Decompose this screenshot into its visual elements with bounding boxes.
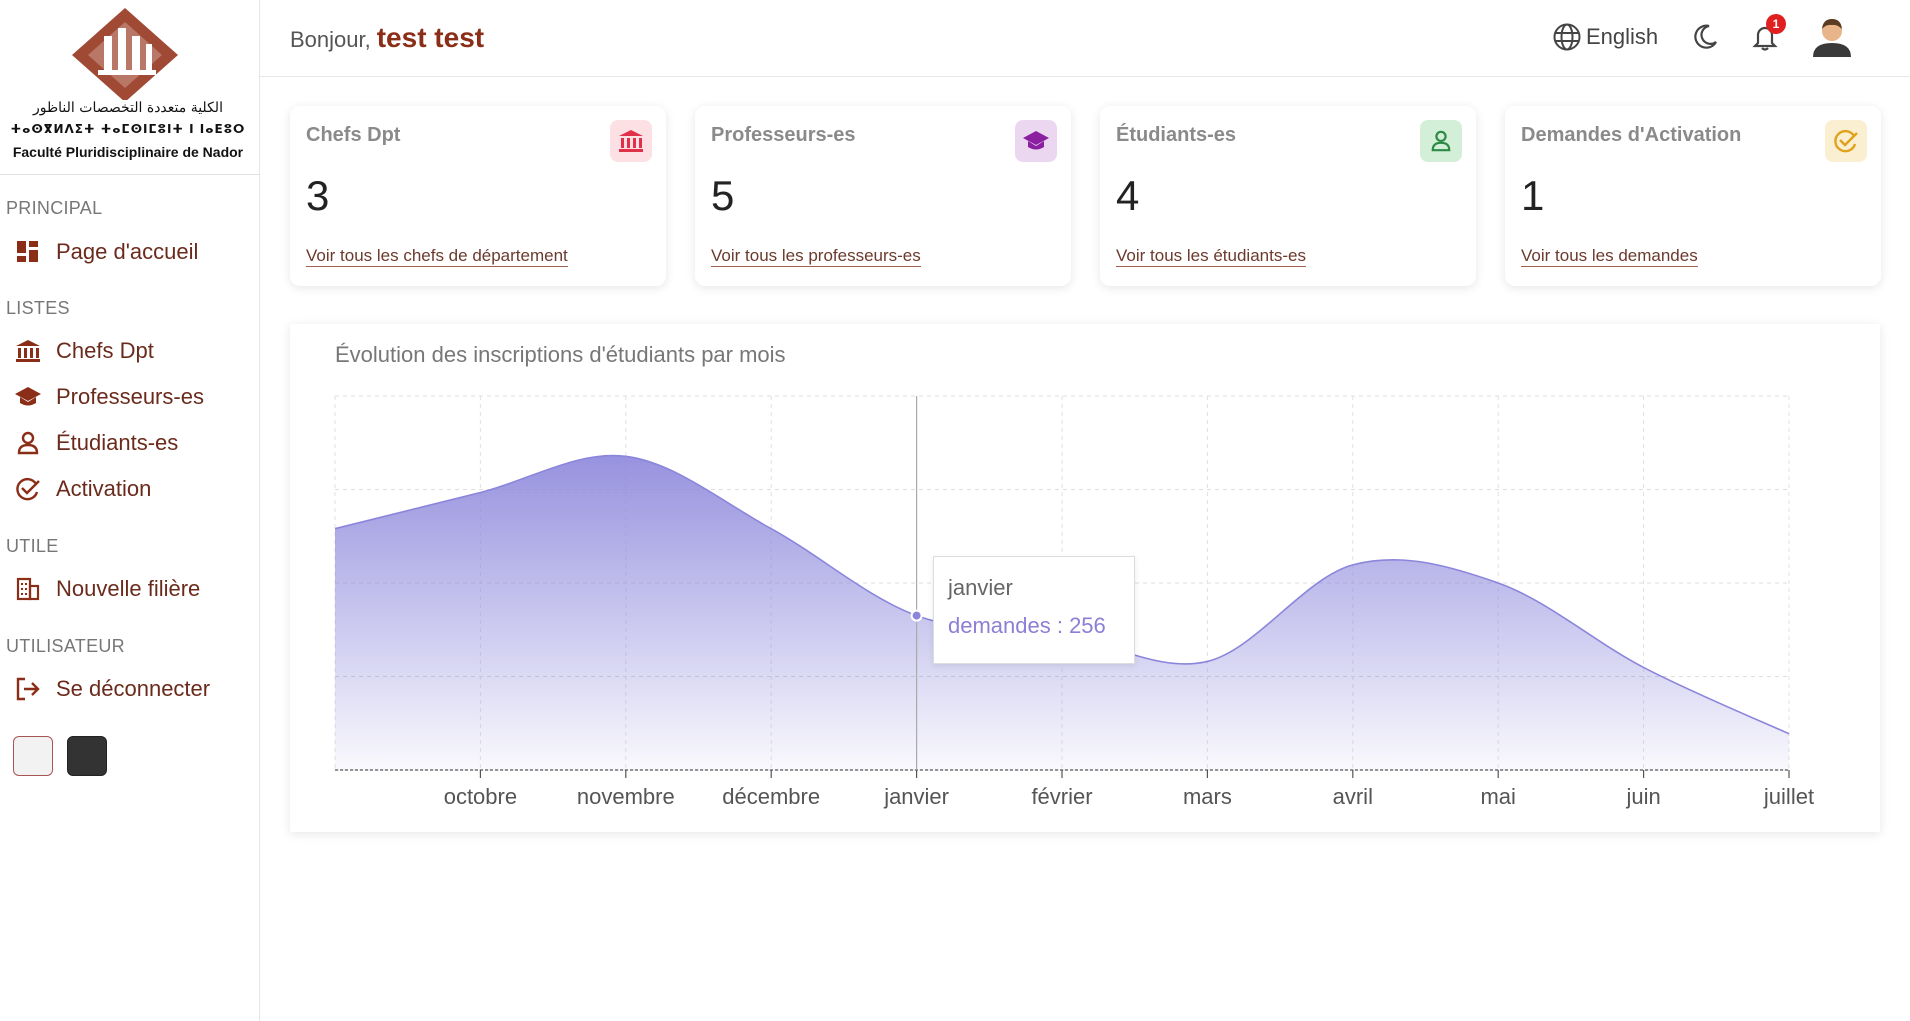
- sidebar-item-logout[interactable]: Se déconnecter: [14, 669, 210, 709]
- globe-icon: [1553, 23, 1581, 51]
- moon-icon: [1694, 24, 1717, 49]
- bank-icon: [14, 337, 42, 365]
- stat-card-activation: Demandes d'Activation 1 Voir tous les de…: [1505, 106, 1881, 286]
- x-tick-label: mars: [1183, 784, 1232, 809]
- sidebar-item-professeurs[interactable]: Professeurs-es: [14, 377, 204, 417]
- x-tick-label: avril: [1333, 784, 1373, 809]
- card-title: Demandes d'Activation: [1521, 124, 1742, 146]
- check-circle-icon: [1825, 120, 1867, 162]
- building-icon: [14, 575, 42, 603]
- sidebar-item-label: Nouvelle filière: [56, 576, 201, 601]
- sidebar-item-label: Professeurs-es: [56, 384, 204, 409]
- graduation-cap-icon: [14, 383, 42, 411]
- dark-mode-toggle[interactable]: [1688, 20, 1722, 54]
- card-title: Chefs Dpt: [306, 124, 401, 146]
- sidebar-item-chefs-dpt[interactable]: Chefs Dpt: [14, 331, 154, 371]
- tooltip-category: janvier: [948, 575, 1013, 600]
- sidebar-item-label: Se déconnecter: [56, 676, 211, 701]
- x-tick-label: février: [1031, 784, 1092, 809]
- sidebar-item-etudiants[interactable]: Étudiants-es: [14, 423, 178, 463]
- x-tick-label: novembre: [577, 784, 675, 809]
- dashboard-icon: [14, 238, 42, 266]
- avatar-icon: [1813, 19, 1851, 57]
- card-value: 3: [306, 172, 330, 219]
- tooltip-value: demandes : 256: [948, 613, 1106, 638]
- logo-french-text: Faculté Pluridisciplinaire de Nador: [12, 144, 244, 160]
- sidebar-item-label: Activation: [56, 476, 152, 501]
- user-avatar[interactable]: [1808, 12, 1856, 60]
- graduation-cap-icon: [1015, 120, 1057, 162]
- sidebar: الكلية متعددة التخصصات الناظور ⵜⴰⵙⴳⵍⴷⵉⵜ …: [0, 0, 260, 1021]
- notifications-button[interactable]: 1: [1748, 14, 1786, 54]
- data-point[interactable]: [910, 609, 923, 622]
- greeting-text: Bonjour,: [290, 27, 371, 52]
- stat-card-etudiants: Étudiants-es 4 Voir tous les étudiants-e…: [1100, 106, 1476, 286]
- faculty-logo[interactable]: الكلية متعددة التخصصات الناظور ⵜⴰⵙⴳⵍⴷⵉⵜ …: [0, 0, 259, 175]
- sidebar-item-home[interactable]: Page d'accueil: [14, 232, 198, 272]
- card-link-demandes[interactable]: Voir tous les demandes: [1521, 246, 1698, 267]
- section-title-listes: LISTES: [6, 298, 70, 318]
- language-selector[interactable]: English: [1552, 22, 1658, 52]
- top-header: Bonjour, test test English 1: [260, 0, 1910, 77]
- user-name: test test: [376, 22, 485, 53]
- logout-icon: [14, 675, 42, 703]
- x-tick-label: janvier: [883, 784, 949, 809]
- logo-emblem-icon: [72, 8, 178, 100]
- chart-card: Évolution des inscriptions d'étudiants p…: [290, 324, 1880, 832]
- card-link-etudiants[interactable]: Voir tous les étudiants-es: [1116, 246, 1306, 267]
- sidebar-item-label: Chefs Dpt: [56, 338, 154, 363]
- card-link-chefs[interactable]: Voir tous les chefs de département: [306, 246, 568, 267]
- section-title-principal: PRINCIPAL: [6, 198, 103, 218]
- card-title: Étudiants-es: [1116, 124, 1237, 146]
- language-label: English: [1586, 24, 1659, 49]
- sidebar-item-label: Page d'accueil: [56, 239, 199, 264]
- x-tick-label: décembre: [722, 784, 820, 809]
- bank-icon: [610, 120, 652, 162]
- notification-badge: 1: [1766, 14, 1786, 34]
- x-tick-label: mai: [1480, 784, 1515, 809]
- greeting: Bonjour, test test: [290, 22, 484, 54]
- card-value: 5: [711, 172, 735, 219]
- card-link-professeurs[interactable]: Voir tous les professeurs-es: [711, 246, 921, 267]
- person-icon: [1420, 120, 1462, 162]
- card-value: 1: [1521, 172, 1545, 219]
- person-icon: [14, 429, 42, 457]
- card-title: Professeurs-es: [711, 124, 856, 146]
- logo-tifinagh-text: ⵜⴰⵙⴳⵍⴷⵉⵜ ⵜⴰⵎⵙⵏⵎⵓⵏⵜ ⵏ ⵏⴰⴹⵓⵔ: [10, 122, 246, 136]
- sidebar-item-label: Étudiants-es: [56, 430, 179, 455]
- section-title-utilisateur: UTILISATEUR: [6, 636, 125, 656]
- chart-tooltip: janvier demandes : 256: [933, 556, 1135, 664]
- x-tick-label: octobre: [444, 784, 517, 809]
- x-tick-label: juin: [1625, 784, 1660, 809]
- stat-card-chefs: Chefs Dpt 3 Voir tous les chefs de dépar…: [290, 106, 666, 286]
- sidebar-item-activation[interactable]: Activation: [14, 469, 151, 509]
- logo-arabic-text: الكلية متعددة التخصصات الناظور: [33, 100, 223, 116]
- card-value: 4: [1116, 172, 1140, 219]
- section-title-utile: UTILE: [6, 536, 59, 556]
- sidebar-item-nouvelle-filiere[interactable]: Nouvelle filière: [14, 569, 200, 609]
- stat-card-professeurs: Professeurs-es 5 Voir tous les professeu…: [695, 106, 1071, 286]
- theme-dark-swatch[interactable]: [67, 736, 107, 776]
- check-circle-icon: [14, 475, 42, 503]
- theme-light-swatch[interactable]: [13, 736, 53, 776]
- x-tick-label: juillet: [1763, 784, 1814, 809]
